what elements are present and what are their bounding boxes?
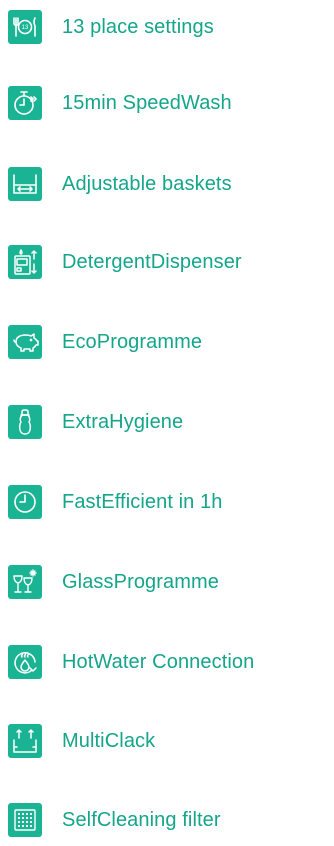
feature-label: SelfCleaning filter	[62, 808, 221, 831]
baby-bottle-icon	[8, 405, 42, 439]
detergent-dispenser-icon	[8, 245, 42, 279]
piggy-bank-icon	[8, 325, 42, 359]
feature-extra-hygiene: ExtraHygiene	[8, 405, 183, 439]
place-count-badge: 13	[22, 25, 29, 31]
feature-adjustable-baskets: Adjustable baskets	[8, 167, 232, 201]
feature-place-settings: 13 13 place settings	[8, 10, 214, 44]
feature-label: EcoProgramme	[62, 330, 203, 353]
stopwatch-fast-forward-icon	[8, 86, 42, 120]
feature-label: MultiClack	[62, 729, 156, 752]
feature-label: DetergentDispenser	[62, 250, 242, 273]
clock-icon	[8, 485, 42, 519]
multiclack-basket-icon	[8, 724, 42, 758]
wine-glasses-icon	[8, 565, 42, 599]
filter-grid-icon	[8, 803, 42, 837]
hot-water-drop-icon	[8, 645, 42, 679]
feature-detergent-dispenser: DetergentDispenser	[8, 245, 242, 279]
feature-label: FastEfficient in 1h	[62, 490, 223, 513]
feature-multiclack: MultiClack	[8, 724, 155, 758]
feature-label: GlassProgramme	[62, 570, 219, 593]
feature-label: ExtraHygiene	[62, 410, 184, 433]
feature-label: Adjustable baskets	[62, 172, 232, 195]
adjustable-basket-icon	[8, 167, 42, 201]
feature-label: 13 place settings	[62, 15, 214, 38]
cutlery-plate-icon: 13	[8, 10, 42, 44]
feature-label: HotWater Connection	[62, 650, 255, 673]
feature-list: 13 13 place settings 15min SpeedWash Adj…	[0, 0, 334, 846]
feature-eco-programme: EcoProgramme	[8, 325, 202, 359]
feature-label: 15min SpeedWash	[62, 91, 232, 114]
feature-selfcleaning-filter: SelfCleaning filter	[8, 803, 221, 837]
feature-glass-programme: GlassProgramme	[8, 565, 219, 599]
feature-speedwash: 15min SpeedWash	[8, 86, 232, 120]
feature-hot-water-connection: HotWater Connection	[8, 645, 254, 679]
feature-fast-efficient: FastEfficient in 1h	[8, 485, 223, 519]
